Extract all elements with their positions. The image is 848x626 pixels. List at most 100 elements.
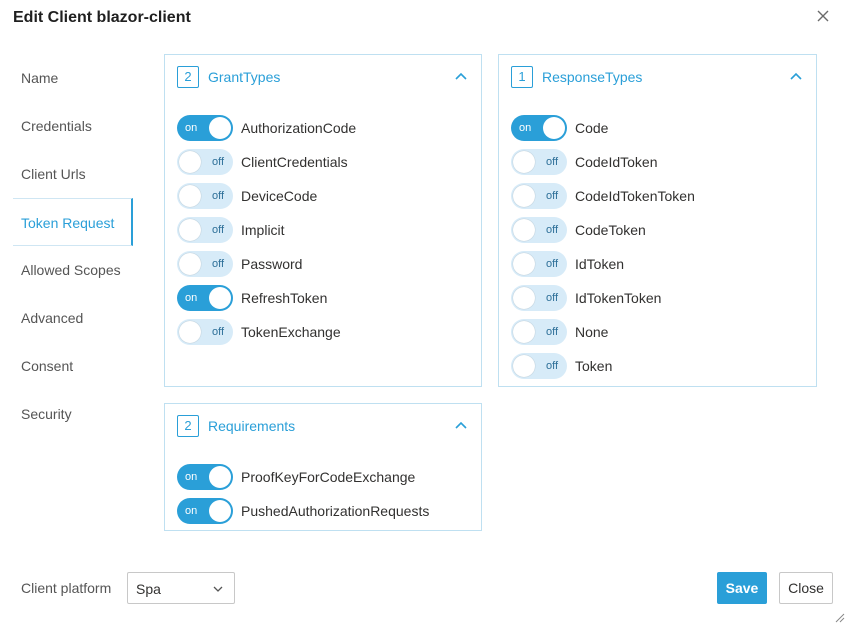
requirements-header[interactable]: 2 Requirements bbox=[177, 415, 469, 437]
toggle-state-label: off bbox=[545, 292, 558, 304]
toggle-row: off ClientCredentials bbox=[177, 145, 356, 179]
toggle-switch[interactable]: on bbox=[511, 115, 567, 141]
close-icon[interactable] bbox=[814, 7, 832, 25]
toggle-label: Password bbox=[241, 256, 303, 272]
nav-item-security[interactable]: Security bbox=[13, 390, 133, 438]
toggle-switch[interactable]: off bbox=[511, 353, 567, 379]
toggle-knob bbox=[209, 500, 231, 522]
toggle-switch[interactable]: off bbox=[177, 319, 233, 345]
response-types-list: on Code off CodeIdToken off CodeIdTokenToken o… bbox=[511, 111, 695, 383]
toggle-state-label: off bbox=[545, 156, 558, 168]
grant-types-panel: 2 GrantTypes on AuthorizationCode off Clien… bbox=[164, 54, 482, 387]
toggle-switch[interactable]: off bbox=[511, 319, 567, 345]
response-types-title: ResponseTypes bbox=[542, 69, 643, 85]
toggle-state-label: off bbox=[545, 190, 558, 202]
toggle-state-label: off bbox=[545, 326, 558, 338]
toggle-knob bbox=[513, 219, 535, 241]
toggle-knob bbox=[513, 355, 535, 377]
toggle-row: off Password bbox=[177, 247, 356, 281]
resize-grip-icon[interactable] bbox=[834, 612, 845, 623]
nav-item-name[interactable]: Name bbox=[13, 54, 133, 102]
toggle-knob bbox=[513, 151, 535, 173]
toggle-knob bbox=[543, 117, 565, 139]
nav-item-credentials[interactable]: Credentials bbox=[13, 102, 133, 150]
grant-types-title: GrantTypes bbox=[208, 69, 281, 85]
requirements-count-badge: 2 bbox=[177, 415, 199, 437]
toggle-row: on AuthorizationCode bbox=[177, 111, 356, 145]
toggle-label: None bbox=[575, 324, 609, 340]
nav-item-consent[interactable]: Consent bbox=[13, 342, 133, 390]
toggle-state-label: off bbox=[211, 224, 224, 236]
toggle-row: off CodeToken bbox=[511, 213, 695, 247]
close-button[interactable]: Close bbox=[779, 572, 833, 604]
toggle-switch[interactable]: on bbox=[177, 464, 233, 490]
toggle-label: DeviceCode bbox=[241, 188, 318, 204]
toggle-switch[interactable]: on bbox=[177, 115, 233, 141]
toggle-knob bbox=[179, 253, 201, 275]
toggle-switch[interactable]: off bbox=[177, 217, 233, 243]
toggle-row: on Code bbox=[511, 111, 695, 145]
response-types-panel: 1 ResponseTypes on Code off CodeIdToken off C… bbox=[498, 54, 817, 387]
toggle-state-label: off bbox=[545, 258, 558, 270]
toggle-row: on PushedAuthorizationRequests bbox=[177, 494, 429, 528]
toggle-switch[interactable]: on bbox=[177, 285, 233, 311]
toggle-row: off IdTokenToken bbox=[511, 281, 695, 315]
toggle-switch[interactable]: off bbox=[511, 183, 567, 209]
toggle-label: IdToken bbox=[575, 256, 625, 272]
toggle-switch[interactable]: on bbox=[177, 498, 233, 524]
toggle-knob bbox=[209, 287, 231, 309]
chevron-up-icon[interactable] bbox=[453, 69, 469, 85]
toggle-knob bbox=[513, 287, 535, 309]
toggle-row: off DeviceCode bbox=[177, 179, 356, 213]
toggle-knob bbox=[209, 117, 231, 139]
toggle-row: off Token bbox=[511, 349, 695, 383]
toggle-state-label: on bbox=[519, 122, 532, 134]
toggle-state-label: off bbox=[545, 360, 558, 372]
toggle-switch[interactable]: off bbox=[177, 183, 233, 209]
requirements-title: Requirements bbox=[208, 418, 296, 434]
toggle-row: off TokenExchange bbox=[177, 315, 356, 349]
toggle-knob bbox=[513, 321, 535, 343]
toggle-state-label: on bbox=[185, 122, 198, 134]
toggle-label: Implicit bbox=[241, 222, 285, 238]
toggle-state-label: off bbox=[211, 326, 224, 338]
chevron-up-icon[interactable] bbox=[453, 418, 469, 434]
toggle-switch[interactable]: off bbox=[177, 149, 233, 175]
toggle-state-label: off bbox=[545, 224, 558, 236]
toggle-state-label: off bbox=[211, 156, 224, 168]
toggle-label: RefreshToken bbox=[241, 290, 328, 306]
toggle-label: ProofKeyForCodeExchange bbox=[241, 469, 416, 485]
toggle-switch[interactable]: off bbox=[511, 217, 567, 243]
toggle-label: TokenExchange bbox=[241, 324, 341, 340]
nav-item-client-urls[interactable]: Client Urls bbox=[13, 150, 133, 198]
grant-types-header[interactable]: 2 GrantTypes bbox=[177, 66, 469, 88]
toggle-label: PushedAuthorizationRequests bbox=[241, 503, 430, 519]
chevron-down-icon bbox=[213, 586, 223, 592]
response-types-header[interactable]: 1 ResponseTypes bbox=[511, 66, 804, 88]
grant-types-count-badge: 2 bbox=[177, 66, 199, 88]
toggle-label: Token bbox=[575, 358, 613, 374]
grant-types-list: on AuthorizationCode off ClientCredentials o… bbox=[177, 111, 356, 349]
nav-item-token-request[interactable]: Token Request bbox=[13, 198, 133, 246]
toggle-switch[interactable]: off bbox=[177, 251, 233, 277]
toggle-row: on RefreshToken bbox=[177, 281, 356, 315]
toggle-switch[interactable]: off bbox=[511, 285, 567, 311]
toggle-state-label: off bbox=[211, 258, 224, 270]
toggle-row: off Implicit bbox=[177, 213, 356, 247]
toggle-state-label: off bbox=[211, 190, 224, 202]
client-platform-label: Client platform bbox=[21, 580, 112, 596]
chevron-up-icon[interactable] bbox=[788, 69, 804, 85]
toggle-label: Code bbox=[575, 120, 609, 136]
toggle-switch[interactable]: off bbox=[511, 251, 567, 277]
save-button[interactable]: Save bbox=[717, 572, 767, 604]
nav-item-allowed-scopes[interactable]: Allowed Scopes bbox=[13, 246, 133, 294]
client-platform-select[interactable]: Spa bbox=[127, 572, 235, 604]
client-platform-value: Spa bbox=[136, 581, 161, 597]
toggle-knob bbox=[179, 321, 201, 343]
toggle-label: CodeIdToken bbox=[575, 154, 658, 170]
side-nav: Name Credentials Client Urls Token Reque… bbox=[13, 54, 133, 438]
toggle-row: off CodeIdTokenToken bbox=[511, 179, 695, 213]
toggle-switch[interactable]: off bbox=[511, 149, 567, 175]
requirements-list: on ProofKeyForCodeExchange on PushedAuthori… bbox=[177, 460, 429, 528]
nav-item-advanced[interactable]: Advanced bbox=[13, 294, 133, 342]
